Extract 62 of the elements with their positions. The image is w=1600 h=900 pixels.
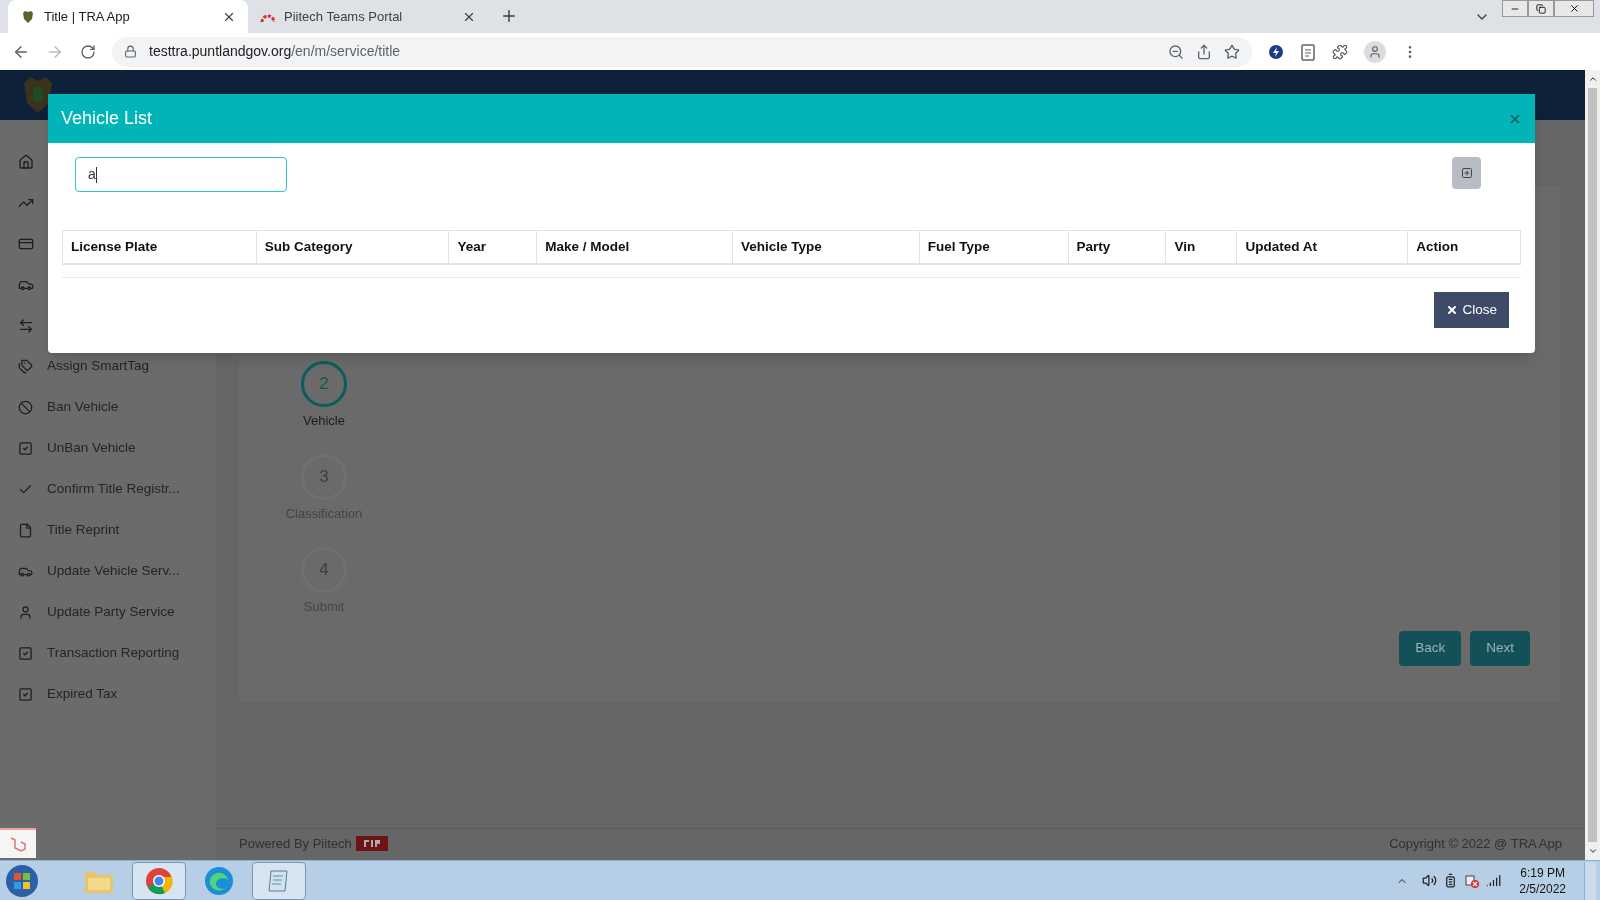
checkbox-icon bbox=[18, 646, 33, 661]
column-header[interactable]: Fuel Type bbox=[919, 231, 1069, 263]
close-icon bbox=[1568, 3, 1580, 14]
step-label: Vehicle bbox=[303, 412, 345, 430]
scroll-up-icon[interactable] bbox=[1587, 74, 1598, 84]
scroll-thumb[interactable] bbox=[1588, 88, 1597, 842]
tab-title: Title | TRA App bbox=[44, 7, 131, 26]
start-icon[interactable] bbox=[4, 862, 40, 899]
scroll-down-icon[interactable] bbox=[1587, 846, 1598, 856]
checkbox-icon bbox=[18, 441, 33, 456]
zoom-out-icon[interactable] bbox=[1168, 43, 1184, 60]
extensions-icon[interactable] bbox=[1332, 43, 1348, 60]
restore-button[interactable] bbox=[1528, 0, 1554, 17]
laravel-icon bbox=[9, 835, 27, 853]
star-icon[interactable] bbox=[1224, 43, 1240, 60]
wizard-button[interactable]: Back bbox=[1399, 631, 1462, 666]
restore-icon bbox=[1536, 3, 1546, 14]
clock[interactable]: 6:19 PM 2/5/2022 bbox=[1507, 864, 1578, 897]
piitech-logo bbox=[355, 836, 388, 851]
wizard-button[interactable]: Next bbox=[1470, 631, 1530, 666]
clipboard-icon[interactable] bbox=[1300, 42, 1316, 61]
browser-icon bbox=[145, 866, 173, 895]
url-text: testtra.puntlandgov.org/en/m/service/title bbox=[149, 42, 402, 61]
column-header[interactable]: Vin bbox=[1166, 231, 1238, 263]
profile-avatar[interactable] bbox=[1364, 40, 1386, 63]
signal-icon[interactable] bbox=[1486, 873, 1502, 888]
search-field[interactable]: a bbox=[75, 157, 287, 192]
share-icon[interactable] bbox=[1196, 43, 1212, 60]
column-header[interactable]: Vehicle Type bbox=[733, 231, 920, 263]
arrows-icon[interactable] bbox=[18, 317, 34, 334]
new-tab-icon[interactable] bbox=[500, 7, 518, 25]
browser-tab[interactable]: Piitech Teams Portal bbox=[248, 0, 488, 33]
taskbar-item[interactable] bbox=[132, 861, 186, 900]
tags-icon bbox=[18, 359, 33, 374]
column-header[interactable]: Sub Category bbox=[256, 231, 450, 263]
taskbar-item[interactable] bbox=[252, 861, 306, 900]
file-icon bbox=[18, 523, 33, 538]
column-header[interactable]: Party bbox=[1068, 231, 1167, 263]
speaker-icon[interactable] bbox=[1422, 873, 1438, 888]
home-icon[interactable] bbox=[18, 153, 34, 170]
crest-icon bbox=[20, 8, 36, 25]
address-field[interactable]: testtra.puntlandgov.org/en/m/service/title bbox=[112, 36, 1252, 67]
bolt-icon[interactable] bbox=[1268, 43, 1284, 60]
column-header[interactable]: Updated At bbox=[1237, 231, 1409, 263]
user-icon bbox=[18, 605, 33, 620]
close-icon bbox=[1446, 304, 1459, 316]
modal-title: Vehicle List bbox=[61, 107, 154, 130]
expand-icon bbox=[1460, 167, 1473, 179]
close-button[interactable]: Close bbox=[1434, 292, 1509, 328]
browser-tab[interactable]: Title | TRA App bbox=[8, 0, 248, 33]
column-header[interactable]: Action bbox=[1408, 231, 1520, 263]
expand-button[interactable] bbox=[1452, 157, 1481, 189]
wave-icon bbox=[204, 865, 234, 896]
ban-icon bbox=[18, 400, 33, 415]
column-header[interactable]: License Plate bbox=[63, 231, 257, 263]
checkbox-icon bbox=[18, 687, 33, 702]
tab-title: Piitech Teams Portal bbox=[284, 7, 404, 26]
network-icon[interactable] bbox=[1464, 872, 1481, 889]
reload-icon[interactable] bbox=[80, 43, 96, 60]
column-header[interactable]: Year bbox=[449, 231, 538, 263]
lock-icon bbox=[124, 45, 137, 58]
column-header[interactable]: Make / Model bbox=[537, 231, 734, 263]
